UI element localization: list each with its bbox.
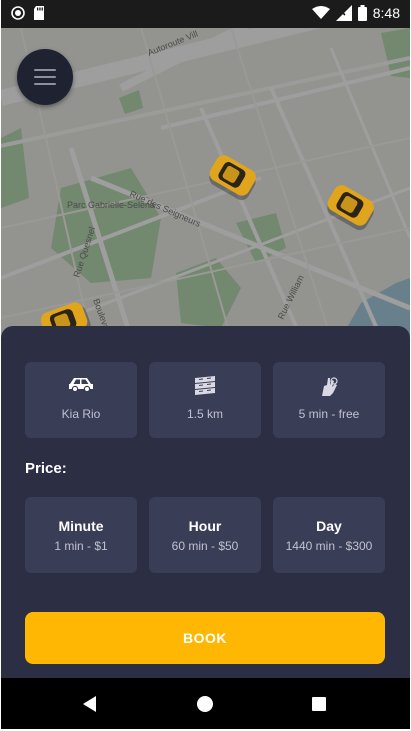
wait-time-label: 5 min - free [298, 407, 360, 421]
clock-hand-icon [322, 377, 338, 396]
battery-icon [357, 5, 367, 21]
hamburger-icon [34, 69, 56, 71]
vehicle-label: Kia Rio [61, 407, 101, 421]
car-marker-icon[interactable] [203, 152, 263, 206]
book-button[interactable]: BOOK [25, 612, 385, 664]
road-icon [195, 376, 215, 395]
price-option-name: Hour [188, 518, 222, 534]
signal-icon [335, 5, 352, 21]
price-option-desc: 1 min - $1 [54, 539, 108, 553]
back-icon [83, 696, 96, 712]
wait-time-card[interactable]: 5 min - free [273, 362, 385, 438]
price-option-minute[interactable]: Minute 1 min - $1 [25, 497, 137, 573]
back-button[interactable] [77, 691, 103, 717]
distance-label: 1.5 km [186, 407, 223, 421]
wifi-icon [311, 6, 330, 19]
price-option-day[interactable]: Day 1440 min - $300 [273, 497, 385, 573]
car-marker-icon[interactable] [321, 182, 381, 236]
menu-button[interactable] [17, 49, 73, 105]
navigation-bar [1, 678, 410, 729]
price-option-desc: 60 min - $50 [171, 539, 239, 553]
distance-card[interactable]: 1.5 km [149, 362, 261, 438]
price-option-name: Day [316, 518, 342, 534]
home-button[interactable] [192, 691, 218, 717]
booking-sheet: Kia Rio 1.5 km 5 min - free Price: Minut… [1, 326, 410, 678]
price-title: Price: [25, 460, 67, 477]
sd-card-icon [34, 6, 44, 20]
car-icon [69, 378, 93, 392]
price-option-desc: 1440 min - $300 [285, 539, 373, 553]
recents-button[interactable] [306, 691, 332, 717]
price-option-hour[interactable]: Hour 60 min - $50 [149, 497, 261, 573]
recents-icon [312, 697, 326, 711]
app-frame: 8:48 Autoroute Vill Rue des Seigneurs Pa… [1, 0, 410, 729]
status-time: 8:48 [372, 5, 400, 21]
vehicle-card[interactable]: Kia Rio [25, 362, 137, 438]
hamburger-icon-line [34, 83, 56, 85]
status-bar: 8:48 [1, 0, 410, 28]
record-icon [11, 6, 25, 20]
hamburger-icon-line [34, 76, 56, 78]
price-option-name: Minute [58, 518, 104, 534]
home-icon [197, 696, 213, 712]
